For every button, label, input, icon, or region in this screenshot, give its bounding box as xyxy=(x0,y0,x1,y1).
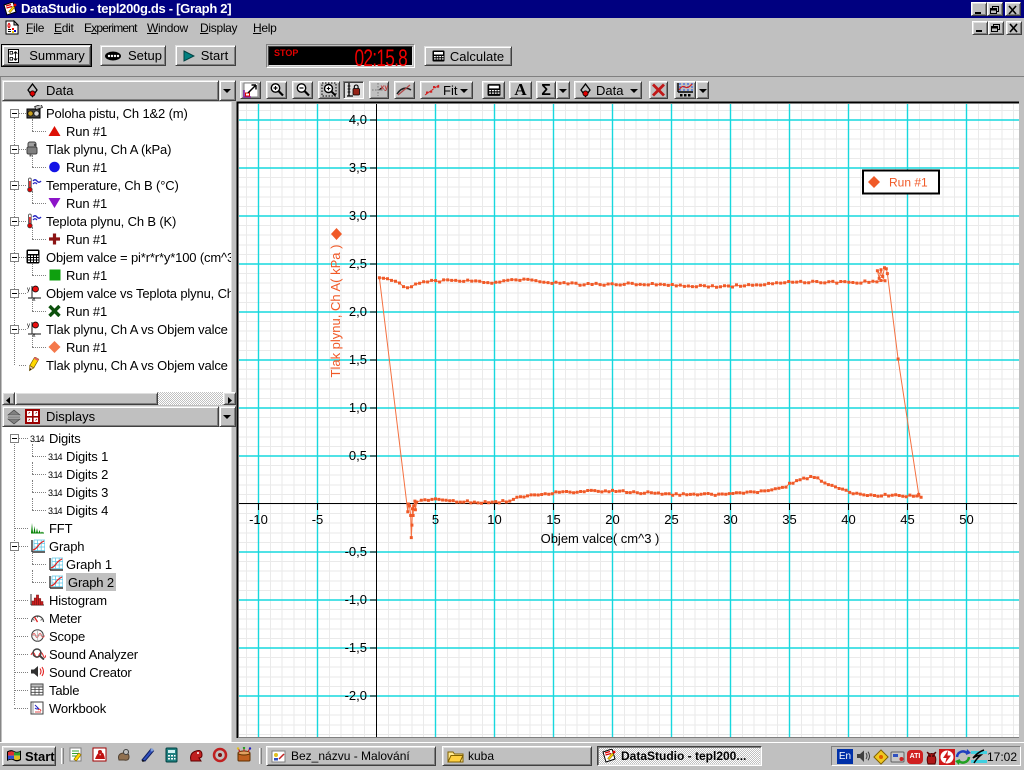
svg-text:35: 35 xyxy=(782,512,796,527)
svg-text:30: 30 xyxy=(723,512,737,527)
svg-text:10: 10 xyxy=(487,512,501,527)
svg-text:50: 50 xyxy=(959,512,973,527)
svg-text:-5: -5 xyxy=(312,512,324,527)
svg-text:45: 45 xyxy=(900,512,914,527)
svg-text:15: 15 xyxy=(546,512,560,527)
svg-text:3.14: 3.14 xyxy=(48,488,63,497)
svg-text:3.14: 3.14 xyxy=(48,470,63,479)
svg-text:y: y xyxy=(27,323,30,329)
svg-text:4,0: 4,0 xyxy=(349,112,367,127)
svg-text:2,0: 2,0 xyxy=(349,304,367,319)
svg-text:Tlak plynu, Ch A( kPa ): Tlak plynu, Ch A( kPa ) xyxy=(328,245,343,378)
svg-text:40: 40 xyxy=(841,512,855,527)
svg-text:2,5: 2,5 xyxy=(349,256,367,271)
svg-text:Run #1: Run #1 xyxy=(889,176,928,190)
svg-text:3,0: 3,0 xyxy=(349,208,367,223)
svg-text:3.14: 3.14 xyxy=(30,434,45,443)
svg-text:-2,0: -2,0 xyxy=(345,688,367,703)
svg-text:3.14: 3.14 xyxy=(48,452,63,461)
svg-text:3,5: 3,5 xyxy=(349,160,367,175)
svg-text:-10: -10 xyxy=(249,512,268,527)
svg-text:5: 5 xyxy=(432,512,439,527)
svg-text:1,0: 1,0 xyxy=(349,400,367,415)
svg-text:-1,5: -1,5 xyxy=(345,640,367,655)
svg-text:0,5: 0,5 xyxy=(349,448,367,463)
svg-text:xy: xy xyxy=(380,85,388,92)
svg-text:-1,0: -1,0 xyxy=(345,592,367,607)
svg-text:1,5: 1,5 xyxy=(349,352,367,367)
svg-text:3.14: 3.14 xyxy=(48,506,63,515)
svg-text:Objem valce( cm^3 ): Objem valce( cm^3 ) xyxy=(541,531,660,546)
svg-text:-0,5: -0,5 xyxy=(345,544,367,559)
svg-text:25: 25 xyxy=(664,512,678,527)
svg-text:20: 20 xyxy=(605,512,619,527)
svg-text:y: y xyxy=(27,287,30,293)
